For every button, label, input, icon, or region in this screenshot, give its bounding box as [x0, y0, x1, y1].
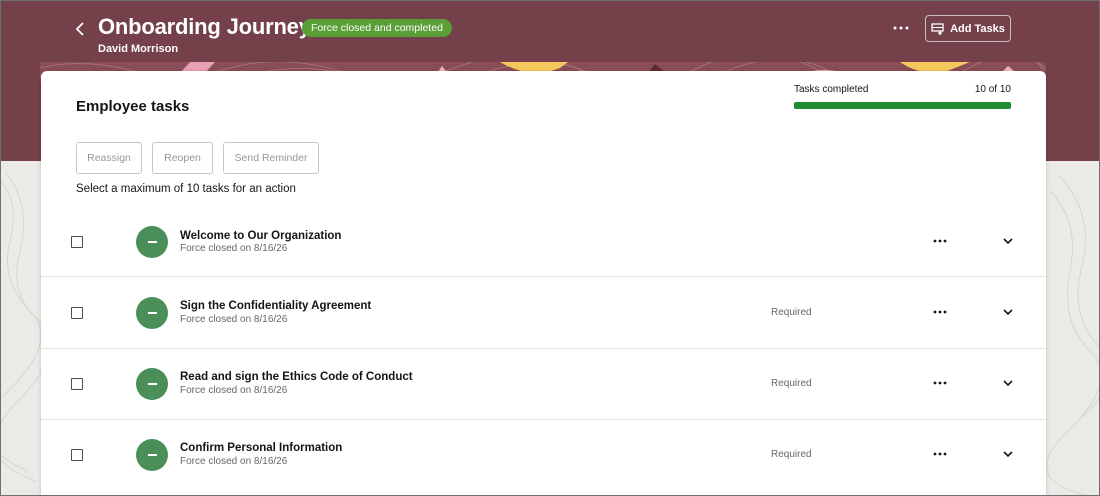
task-status-text: Force closed on 8/16/26	[180, 243, 288, 254]
minus-icon	[147, 312, 157, 314]
task-more-button[interactable]	[927, 232, 953, 250]
add-tasks-label: Add Tasks	[950, 22, 1005, 35]
minus-icon	[147, 454, 157, 456]
task-row[interactable]: Confirm Personal Information Force close…	[41, 420, 1046, 491]
task-checkbox[interactable]	[71, 449, 83, 461]
task-status-icon	[136, 368, 168, 400]
task-required-label: Required	[771, 378, 812, 389]
task-status-icon	[136, 439, 168, 471]
add-tasks-button[interactable]: Add Tasks	[925, 15, 1011, 42]
task-status-text: Force closed on 8/16/26	[180, 385, 288, 396]
reopen-button[interactable]: Reopen	[152, 142, 213, 174]
ellipsis-icon	[893, 26, 909, 30]
task-status-text: Force closed on 8/16/26	[180, 456, 288, 467]
ellipsis-icon	[933, 381, 947, 385]
task-status-text: Force closed on 8/16/26	[180, 314, 288, 325]
task-row[interactable]: Read and sign the Ethics Code of Conduct…	[41, 349, 1046, 420]
progress-label: Tasks completed	[794, 84, 869, 95]
minus-icon	[147, 383, 157, 385]
task-more-button[interactable]	[927, 374, 953, 392]
task-status-icon	[136, 226, 168, 258]
status-badge: Force closed and completed	[302, 19, 452, 37]
task-more-button[interactable]	[927, 303, 953, 321]
task-checkbox[interactable]	[71, 236, 83, 248]
minus-icon	[147, 241, 157, 243]
task-checkbox[interactable]	[71, 307, 83, 319]
page-title: Onboarding Journey	[98, 14, 311, 39]
send-reminder-button[interactable]: Send Reminder	[223, 142, 319, 174]
ellipsis-icon	[933, 239, 947, 243]
task-row[interactable]: Sign the Confidentiality Agreement Force…	[41, 278, 1046, 349]
task-expand-button[interactable]	[998, 445, 1018, 463]
task-status-icon	[136, 297, 168, 329]
reassign-button[interactable]: Reassign	[76, 142, 142, 174]
header-more-button[interactable]	[886, 18, 916, 38]
task-checkbox[interactable]	[71, 378, 83, 390]
progress-bar	[794, 102, 1011, 109]
task-expand-button[interactable]	[998, 374, 1018, 392]
employee-tasks-card: Employee tasks Tasks completed 10 of 10 …	[41, 71, 1046, 496]
helper-text: Select a maximum of 10 tasks for an acti…	[76, 183, 296, 195]
task-more-button[interactable]	[927, 445, 953, 463]
task-required-label: Required	[771, 307, 812, 318]
task-row[interactable]: Welcome to Our Organization Force closed…	[41, 206, 1046, 277]
employee-name: David Morrison	[98, 43, 179, 55]
task-title[interactable]: Welcome to Our Organization	[180, 230, 341, 242]
task-title[interactable]: Sign the Confidentiality Agreement	[180, 300, 371, 312]
task-expand-button[interactable]	[998, 303, 1018, 321]
progress-count: 10 of 10	[974, 84, 1011, 95]
add-tasks-icon	[931, 22, 944, 35]
progress-fill	[794, 102, 1011, 109]
task-required-label: Required	[771, 449, 812, 460]
chevron-left-icon	[75, 22, 84, 36]
chevron-down-icon	[1003, 450, 1013, 457]
chevron-down-icon	[1003, 308, 1013, 315]
back-button[interactable]	[68, 16, 92, 42]
card-title: Employee tasks	[76, 98, 190, 115]
task-title[interactable]: Confirm Personal Information	[180, 442, 342, 454]
task-expand-button[interactable]	[998, 232, 1018, 250]
chevron-down-icon	[1003, 379, 1013, 386]
task-title[interactable]: Read and sign the Ethics Code of Conduct	[180, 371, 413, 383]
ellipsis-icon	[933, 310, 947, 314]
chevron-down-icon	[1003, 237, 1013, 244]
ellipsis-icon	[933, 452, 947, 456]
